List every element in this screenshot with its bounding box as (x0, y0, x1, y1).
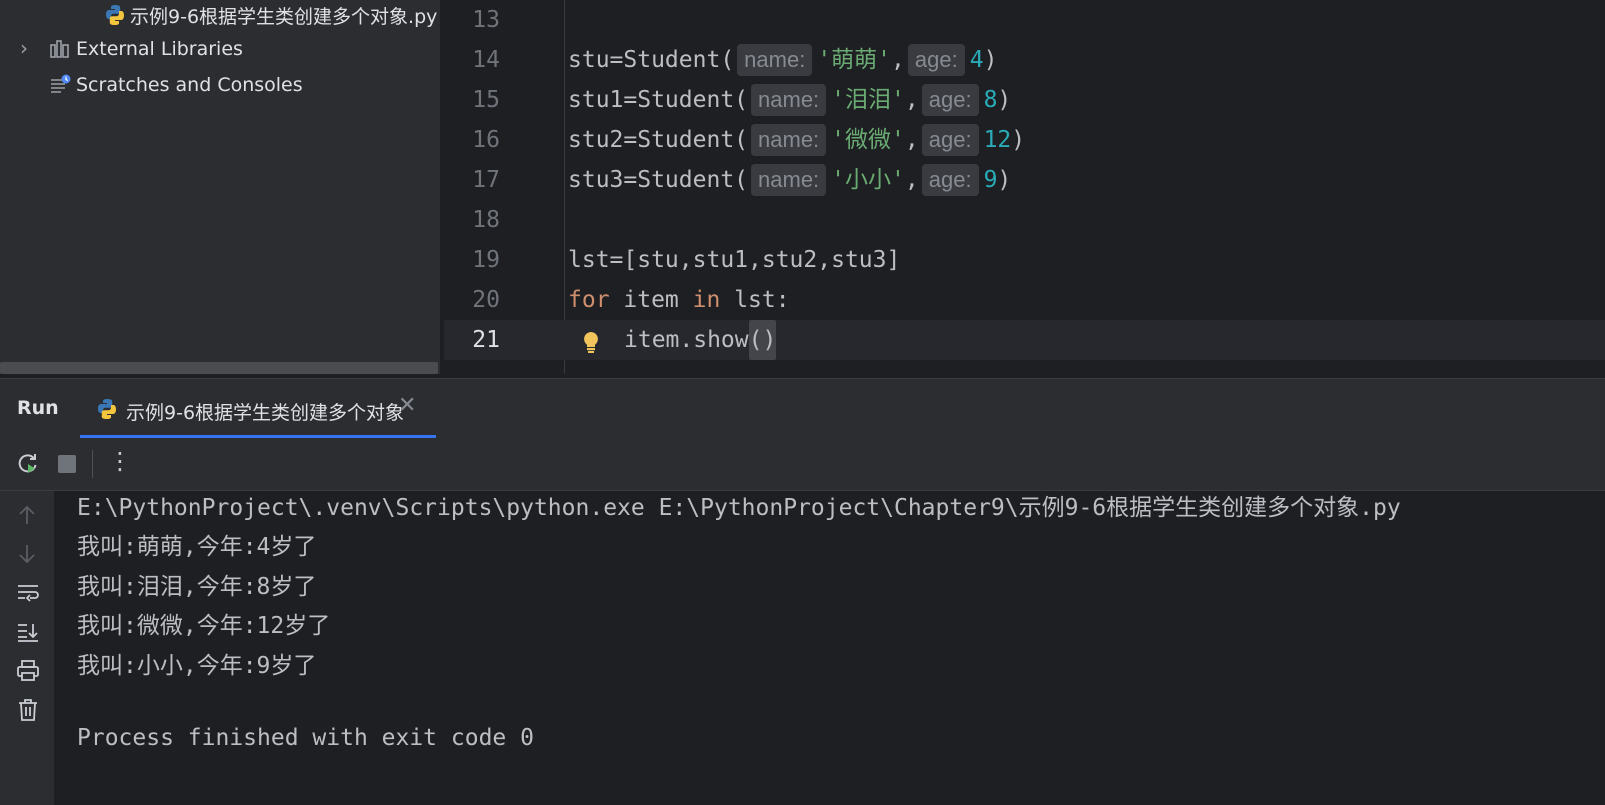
code-token: item.show (624, 327, 749, 353)
library-icon (50, 40, 70, 63)
param-hint: name: (751, 84, 827, 116)
console-line-exit: Process finished with exit code 0 (77, 725, 534, 751)
code-token: stu2=Student( (568, 127, 749, 153)
line-number: 16 (472, 127, 500, 153)
close-icon[interactable]: ✕ (398, 393, 416, 418)
stop-icon[interactable] (57, 454, 77, 478)
param-hint: age: (907, 44, 965, 76)
console-line: 我叫:微微,今年:12岁了 (77, 613, 331, 639)
trash-icon[interactable] (16, 698, 40, 726)
code-line[interactable]: 16 stu2=Student(name: '微微', age: 12) (444, 120, 1605, 160)
string-literal: '泪泪' (831, 87, 905, 113)
lightbulb-icon[interactable] (582, 328, 600, 368)
scratches-label: Scratches and Consoles (76, 74, 303, 96)
code-token: ) (983, 47, 998, 73)
code-editor[interactable]: 13 14 stu=Student(name: '萌萌', age: 4) 15 st… (444, 0, 1605, 374)
code-text: item.show() (624, 320, 777, 360)
console-line: 我叫:萌萌,今年:4岁了 (77, 534, 317, 560)
run-tab[interactable]: 示例9-6根据学生类创建多个对象 ✕ (80, 379, 436, 439)
code-line[interactable]: 13 (444, 0, 1605, 40)
param-hint: age: (921, 164, 979, 196)
param-hint: name: (751, 164, 827, 196)
code-text: stu2=Student(name: '微微', age: 12) (568, 120, 1025, 160)
number-literal: 8 (983, 87, 998, 113)
code-token: lst: (720, 287, 790, 313)
matched-paren: () (748, 320, 777, 360)
run-toolbar: ⋮ (0, 438, 1605, 491)
param-hint: age: (921, 124, 979, 156)
tree-item-scratches[interactable]: Scratches and Consoles (0, 69, 440, 101)
number-literal: 9 (983, 167, 998, 193)
run-tab-label: 示例9-6根据学生类创建多个对象 (126, 402, 405, 424)
code-token: stu3=Student( (568, 167, 749, 193)
line-number: 17 (472, 167, 500, 193)
arrow-up-icon[interactable] (16, 503, 38, 531)
soft-wrap-icon[interactable] (16, 581, 40, 609)
line-number: 21 (472, 327, 500, 353)
toolbar-separator (92, 450, 93, 478)
code-token: ) (1011, 127, 1026, 153)
string-literal: '小小' (831, 167, 905, 193)
tree-item-external-libraries[interactable]: › External Libraries (0, 33, 440, 65)
code-text: lst=[stu,stu1,stu2,stu3] (568, 247, 901, 273)
scroll-to-end-icon[interactable] (16, 620, 40, 648)
horizontal-scrollbar[interactable] (0, 362, 438, 374)
code-token: , (904, 127, 919, 153)
line-number: 18 (472, 207, 500, 233)
more-options-icon[interactable]: ⋮ (108, 447, 132, 475)
tree-item-python-file[interactable]: 示例9-6根据学生类创建多个对象.py (104, 0, 437, 31)
param-hint: name: (751, 124, 827, 156)
console-line: 我叫:小小,今年:9岁了 (77, 653, 317, 679)
number-literal: 4 (969, 47, 984, 73)
line-number: 14 (472, 47, 500, 73)
code-line[interactable]: 20 for item in lst: (444, 280, 1605, 320)
code-line[interactable]: 15 stu1=Student(name: '泪泪', age: 8) (444, 80, 1605, 120)
keyword-token: in (692, 287, 721, 313)
code-token: , (891, 47, 905, 73)
param-hint: age: (921, 84, 979, 116)
line-number: 20 (472, 287, 500, 313)
external-libraries-label: External Libraries (76, 38, 243, 60)
keyword-token: for (568, 287, 610, 313)
python-icon (96, 398, 118, 424)
code-token: , (904, 87, 919, 113)
run-title: Run (17, 397, 59, 419)
rerun-icon[interactable] (16, 452, 40, 480)
code-token: ) (997, 87, 1012, 113)
console-output[interactable]: E:\PythonProject\.venv\Scripts\python.ex… (54, 491, 1605, 805)
string-literal: '微微' (831, 127, 905, 153)
code-token: , (904, 167, 919, 193)
line-number: 13 (472, 7, 500, 33)
line-number: 15 (472, 87, 500, 113)
code-line[interactable]: 18 (444, 200, 1605, 240)
run-tool-window-header: Run 示例9-6根据学生类创建多个对象 ✕ (0, 378, 1605, 440)
number-literal: 12 (983, 127, 1012, 153)
code-token: stu=Student( (568, 47, 735, 73)
project-tool-window: 示例9-6根据学生类创建多个对象.py › External Libraries… (0, 0, 440, 374)
code-line[interactable]: 17 stu3=Student(name: '小小', age: 9) (444, 160, 1605, 200)
console-line: 我叫:泪泪,今年:8岁了 (77, 574, 317, 600)
python-file-label: 示例9-6根据学生类创建多个对象.py (130, 5, 438, 28)
code-text: stu3=Student(name: '小小', age: 9) (568, 160, 1011, 200)
code-text: for item in lst: (568, 280, 790, 320)
string-literal: '萌萌' (817, 47, 892, 73)
param-hint: name: (737, 44, 813, 76)
scratches-icon (50, 74, 72, 99)
arrow-down-icon[interactable] (16, 542, 38, 570)
code-line-current[interactable]: 21 item.show() (444, 320, 1605, 360)
code-text: stu=Student(name: '萌萌', age: 4) (568, 40, 997, 80)
line-number: 19 (472, 247, 500, 273)
code-token: stu1=Student( (568, 87, 749, 113)
code-line[interactable]: 19 lst=[stu,stu1,stu2,stu3] (444, 240, 1605, 280)
run-side-toolbar (0, 491, 54, 805)
code-token: ) (997, 167, 1012, 193)
code-text: stu1=Student(name: '泪泪', age: 8) (568, 80, 1011, 120)
print-icon[interactable] (16, 659, 40, 687)
chevron-right-icon[interactable]: › (20, 36, 28, 60)
console-line-command: E:\PythonProject\.venv\Scripts\python.ex… (77, 495, 1401, 521)
code-token: item (609, 287, 693, 313)
python-file-icon (104, 4, 126, 26)
code-line[interactable]: 14 stu=Student(name: '萌萌', age: 4) (444, 40, 1605, 80)
